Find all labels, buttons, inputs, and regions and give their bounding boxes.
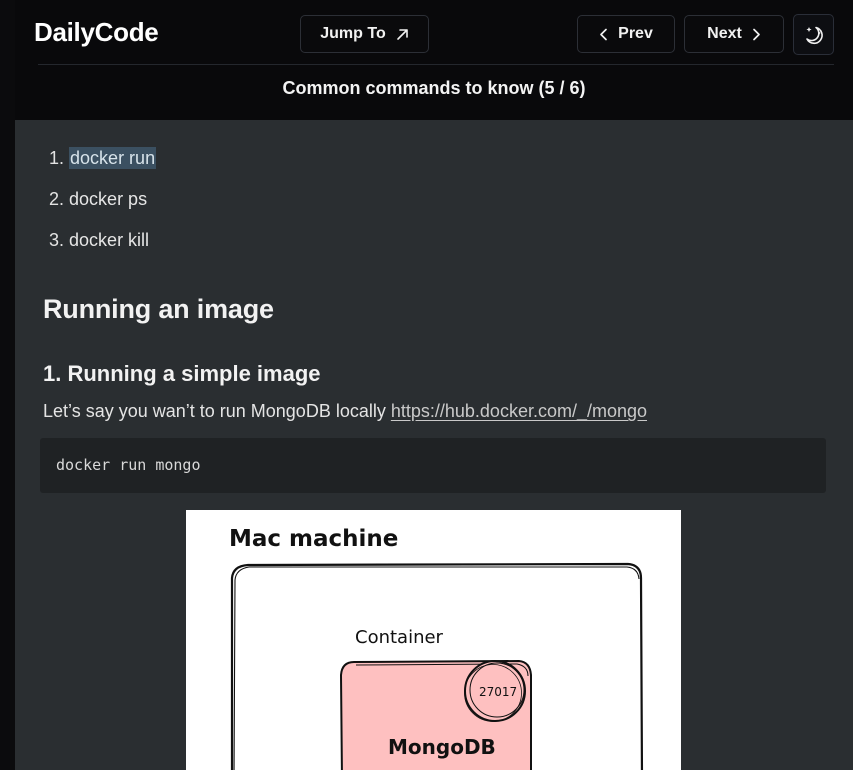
mac-machine-label: Mac machine [229, 526, 398, 552]
mongodb-label: MongoDB [388, 735, 496, 759]
command-list: 1. docker run 2. docker ps 3. docker kil… [49, 144, 157, 267]
top-bar: DailyCode Jump To Prev Next Common comma… [15, 0, 853, 120]
logo[interactable]: DailyCode [34, 17, 159, 48]
prev-label: Prev [618, 25, 653, 42]
chevron-left-icon [599, 28, 608, 41]
list-number: 3. [49, 230, 65, 250]
list-item: 3. docker kill [49, 226, 156, 267]
header-divider [38, 64, 834, 65]
theme-toggle-button[interactable] [793, 14, 834, 55]
container-label: Container [355, 627, 444, 648]
diagram-svg: Mac machine Container 27017 MongoDB [229, 526, 644, 770]
mongo-link[interactable]: https://hub.docker.com/_/mongo [391, 401, 647, 421]
next-button[interactable]: Next [684, 15, 784, 53]
next-label: Next [707, 25, 742, 42]
code-block: docker run mongo [40, 438, 826, 493]
arrow-up-right-icon [396, 28, 409, 41]
list-item: 2. docker ps [49, 185, 156, 226]
main-content: 1. docker run 2. docker ps 3. docker kil… [15, 120, 853, 770]
port-label: 27017 [479, 685, 517, 699]
paragraph-text: Let’s say you wan’t to run MongoDB local… [43, 401, 391, 421]
highlighted-command[interactable]: docker run [69, 147, 157, 169]
list-number: 2. [49, 189, 65, 209]
app-window: DailyCode Jump To Prev Next Common comma… [15, 0, 853, 770]
list-number: 1. [49, 148, 65, 168]
command-text: docker kill [69, 230, 150, 250]
section-heading: Running an image [43, 294, 274, 324]
list-item: 1. docker run [49, 144, 157, 185]
moon-stars-icon [803, 24, 825, 46]
intro-paragraph: Let’s say you wan’t to run MongoDB local… [43, 401, 647, 422]
architecture-diagram: Mac machine Container 27017 MongoDB [186, 510, 681, 770]
page-subtitle: Common commands to know (5 / 6) [282, 78, 586, 98]
subsection-heading: 1. Running a simple image [43, 361, 321, 386]
jump-to-label: Jump To [320, 25, 386, 42]
chevron-right-icon [752, 28, 761, 41]
jump-to-button[interactable]: Jump To [300, 15, 429, 53]
prev-button[interactable]: Prev [577, 15, 675, 53]
command-text: docker ps [69, 189, 148, 209]
